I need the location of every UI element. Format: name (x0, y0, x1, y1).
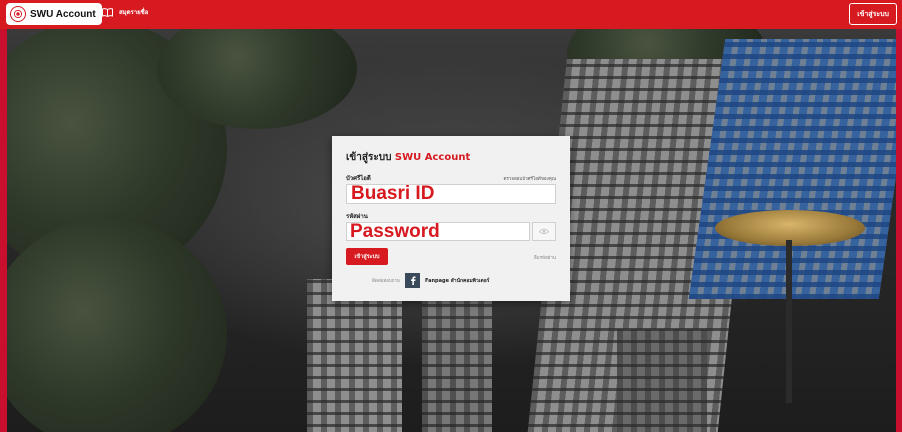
eye-icon (539, 228, 549, 235)
top-navbar: SWU Account สมุดรายชื่อ เข้าสู่ระบบ (0, 0, 902, 29)
nav-directory-link[interactable]: สมุดรายชื่อ (102, 7, 148, 17)
contact-label: ติดต่อสอบถาม (372, 279, 400, 284)
login-title: เข้าสู่ระบบ SWU Account (346, 150, 470, 165)
right-border (896, 29, 902, 432)
header-login-button[interactable]: เข้าสู่ระบบ (849, 3, 897, 25)
buasri-id-input[interactable]: Buasri ID (346, 184, 556, 204)
facebook-icon[interactable] (405, 273, 420, 288)
brand-home-link[interactable]: SWU Account (6, 3, 102, 25)
fanpage-link[interactable]: Fanpage สำนักคอมพิวเตอร์ (425, 277, 489, 285)
forgot-password-link[interactable]: ลืมรหัสผ่าน (534, 254, 556, 261)
nav-directory-label: สมุดรายชื่อ (119, 9, 149, 16)
buasri-id-label: บัวศรีไอดี (346, 175, 371, 182)
login-submit-button[interactable]: เข้าสู่ระบบ (346, 248, 388, 265)
contact-row: ติดต่อสอบถาม Fanpage สำนักคอมพิวเตอร์ (372, 273, 489, 288)
lamp-pole (786, 240, 792, 403)
login-card: เข้าสู่ระบบ SWU Account บัวศรีไอดี ตรวจส… (332, 136, 570, 301)
login-title-accent: SWU Account (394, 152, 471, 163)
password-toggle-button[interactable] (532, 222, 556, 241)
password-label: รหัสผ่าน (346, 213, 368, 220)
login-title-prefix: เข้าสู่ระบบ (346, 152, 395, 163)
check-id-link[interactable]: ตรวจสอบบัวศรีไอดีของคุณ (503, 175, 556, 182)
password-input[interactable]: Password (346, 222, 530, 241)
left-border (0, 29, 7, 432)
book-icon (102, 7, 113, 17)
brand-name: SWU Account (30, 8, 96, 20)
swu-logo-icon (10, 6, 26, 22)
